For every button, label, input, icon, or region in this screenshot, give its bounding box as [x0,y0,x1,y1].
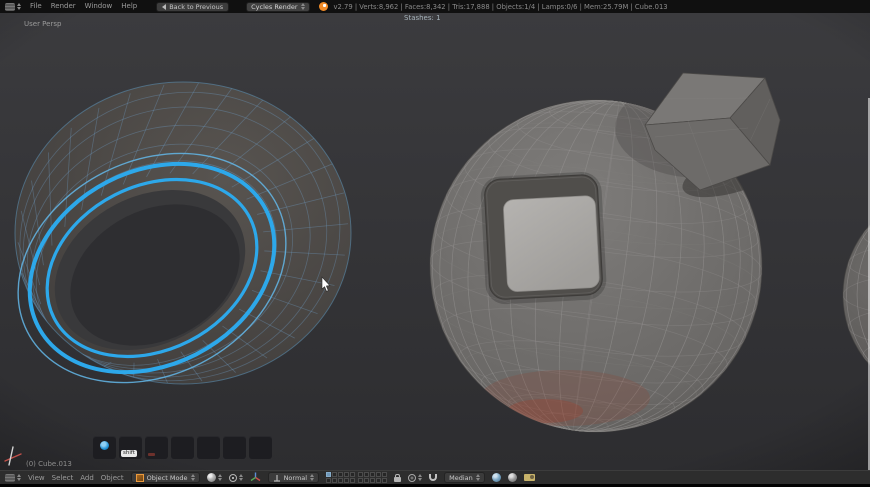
opengl-render-anim-icon[interactable] [507,473,517,482]
viewport-editor-icon[interactable] [5,473,15,482]
layer-cell[interactable] [364,472,370,477]
key-hint-mark [148,453,155,456]
layer-cell[interactable] [350,472,356,477]
orientation-arrows-icon [310,474,315,481]
back-arrow-icon [162,3,167,10]
layer-cell[interactable] [332,478,338,483]
screencast-slot [145,436,168,459]
screencast-slot-key: shift [119,436,142,459]
proportional-arrows-icon [418,474,423,481]
layer-cell[interactable] [382,478,388,483]
layer-cell[interactable] [338,472,344,477]
back-to-previous-button[interactable]: Back to Previous [156,1,230,12]
snap-magnet-icon[interactable] [429,474,438,481]
viewport-shading-icon [206,473,216,482]
active-object-label: (0) Cube.013 [26,460,72,468]
orientation-select[interactable]: Normal [267,472,320,483]
layer-cell[interactable] [344,478,350,483]
editor-type-arrows-icon[interactable] [17,474,21,481]
back-to-previous-label: Back to Previous [169,2,224,11]
snap-target-value: Median [449,473,473,482]
vignette [0,13,870,470]
layer-cell[interactable] [338,478,344,483]
menu-view[interactable]: View [28,474,45,482]
screencast-slot [197,436,220,459]
pivot-point-icon [228,473,237,482]
menu-file[interactable]: File [30,0,42,13]
view-mode-label: User Persp [24,20,62,28]
viewport-header: View Select Add Object Object Mode Norma… [0,470,870,484]
viewport-scene [0,13,870,470]
pivot-select[interactable] [228,473,243,482]
pivot-arrows-icon [238,474,243,481]
shading-arrows-icon [217,474,222,481]
layer-cell[interactable] [370,478,376,483]
object-mode-cube-icon [135,473,144,482]
layer-cell[interactable] [358,478,364,483]
layer-cell[interactable] [358,472,364,477]
editor-type-arrows-icon[interactable] [17,3,21,10]
proportional-edit-select[interactable] [408,473,423,482]
viewport-3d[interactable]: User Persp Stashes: 1 shift (0) Cube.013 [0,13,870,483]
info-header: File Render Window Help Back to Previous… [0,0,870,13]
layer-cell[interactable] [326,472,332,477]
render-engine-value: Cycles Render [251,2,298,11]
pressed-key-label: shift [121,450,137,457]
camera-icon[interactable] [523,474,535,481]
layer-cell[interactable] [350,478,356,483]
mode-select-arrows-icon [190,474,195,481]
screencast-keys-overlay: shift [93,436,272,459]
layer-cell[interactable] [382,472,388,477]
manipulator-axes-icon[interactable] [250,472,261,483]
blender-logo-icon [318,2,328,11]
shading-select[interactable] [206,473,222,482]
screencast-slot [249,436,272,459]
blender-window: File Render Window Help Back to Previous… [0,0,870,487]
proportional-edit-icon [408,473,417,482]
snap-target-select[interactable]: Median [444,472,485,483]
layer-cell[interactable] [370,472,376,477]
render-engine-select[interactable]: Cycles Render [246,1,310,12]
mouse-button-icon [100,441,109,450]
screencast-slot-mouse [93,436,116,459]
opengl-render-icon[interactable] [491,473,501,482]
menu-render[interactable]: Render [51,0,76,13]
layers-grid-1[interactable] [326,472,356,483]
menu-help[interactable]: Help [121,0,137,13]
orientation-axis-icon [273,474,280,482]
info-editor-icon[interactable] [5,2,15,11]
layer-cell[interactable] [376,472,382,477]
snap-target-arrows-icon [475,474,480,481]
menu-select[interactable]: Select [52,474,74,482]
menu-object[interactable]: Object [101,474,124,482]
overlay-counter-label: Stashes: 1 [404,14,441,22]
layer-cell[interactable] [376,478,382,483]
lock-icon[interactable] [394,473,402,482]
scene-statistics: v2.79 | Verts:8,962 | Faces:8,342 | Tris… [333,2,668,11]
screencast-slot [171,436,194,459]
layer-cell[interactable] [364,478,370,483]
layer-cell[interactable] [332,472,338,477]
menu-window[interactable]: Window [85,0,113,13]
orientation-select-value: Normal [283,473,308,482]
screencast-slot [223,436,246,459]
menu-add[interactable]: Add [80,474,94,482]
layer-cell[interactable] [344,472,350,477]
mode-select-value: Object Mode [146,473,188,482]
engine-select-arrows-icon [300,3,305,10]
layer-cell[interactable] [326,478,332,483]
mode-select[interactable]: Object Mode [130,472,200,483]
layers-grid-2[interactable] [358,472,388,483]
